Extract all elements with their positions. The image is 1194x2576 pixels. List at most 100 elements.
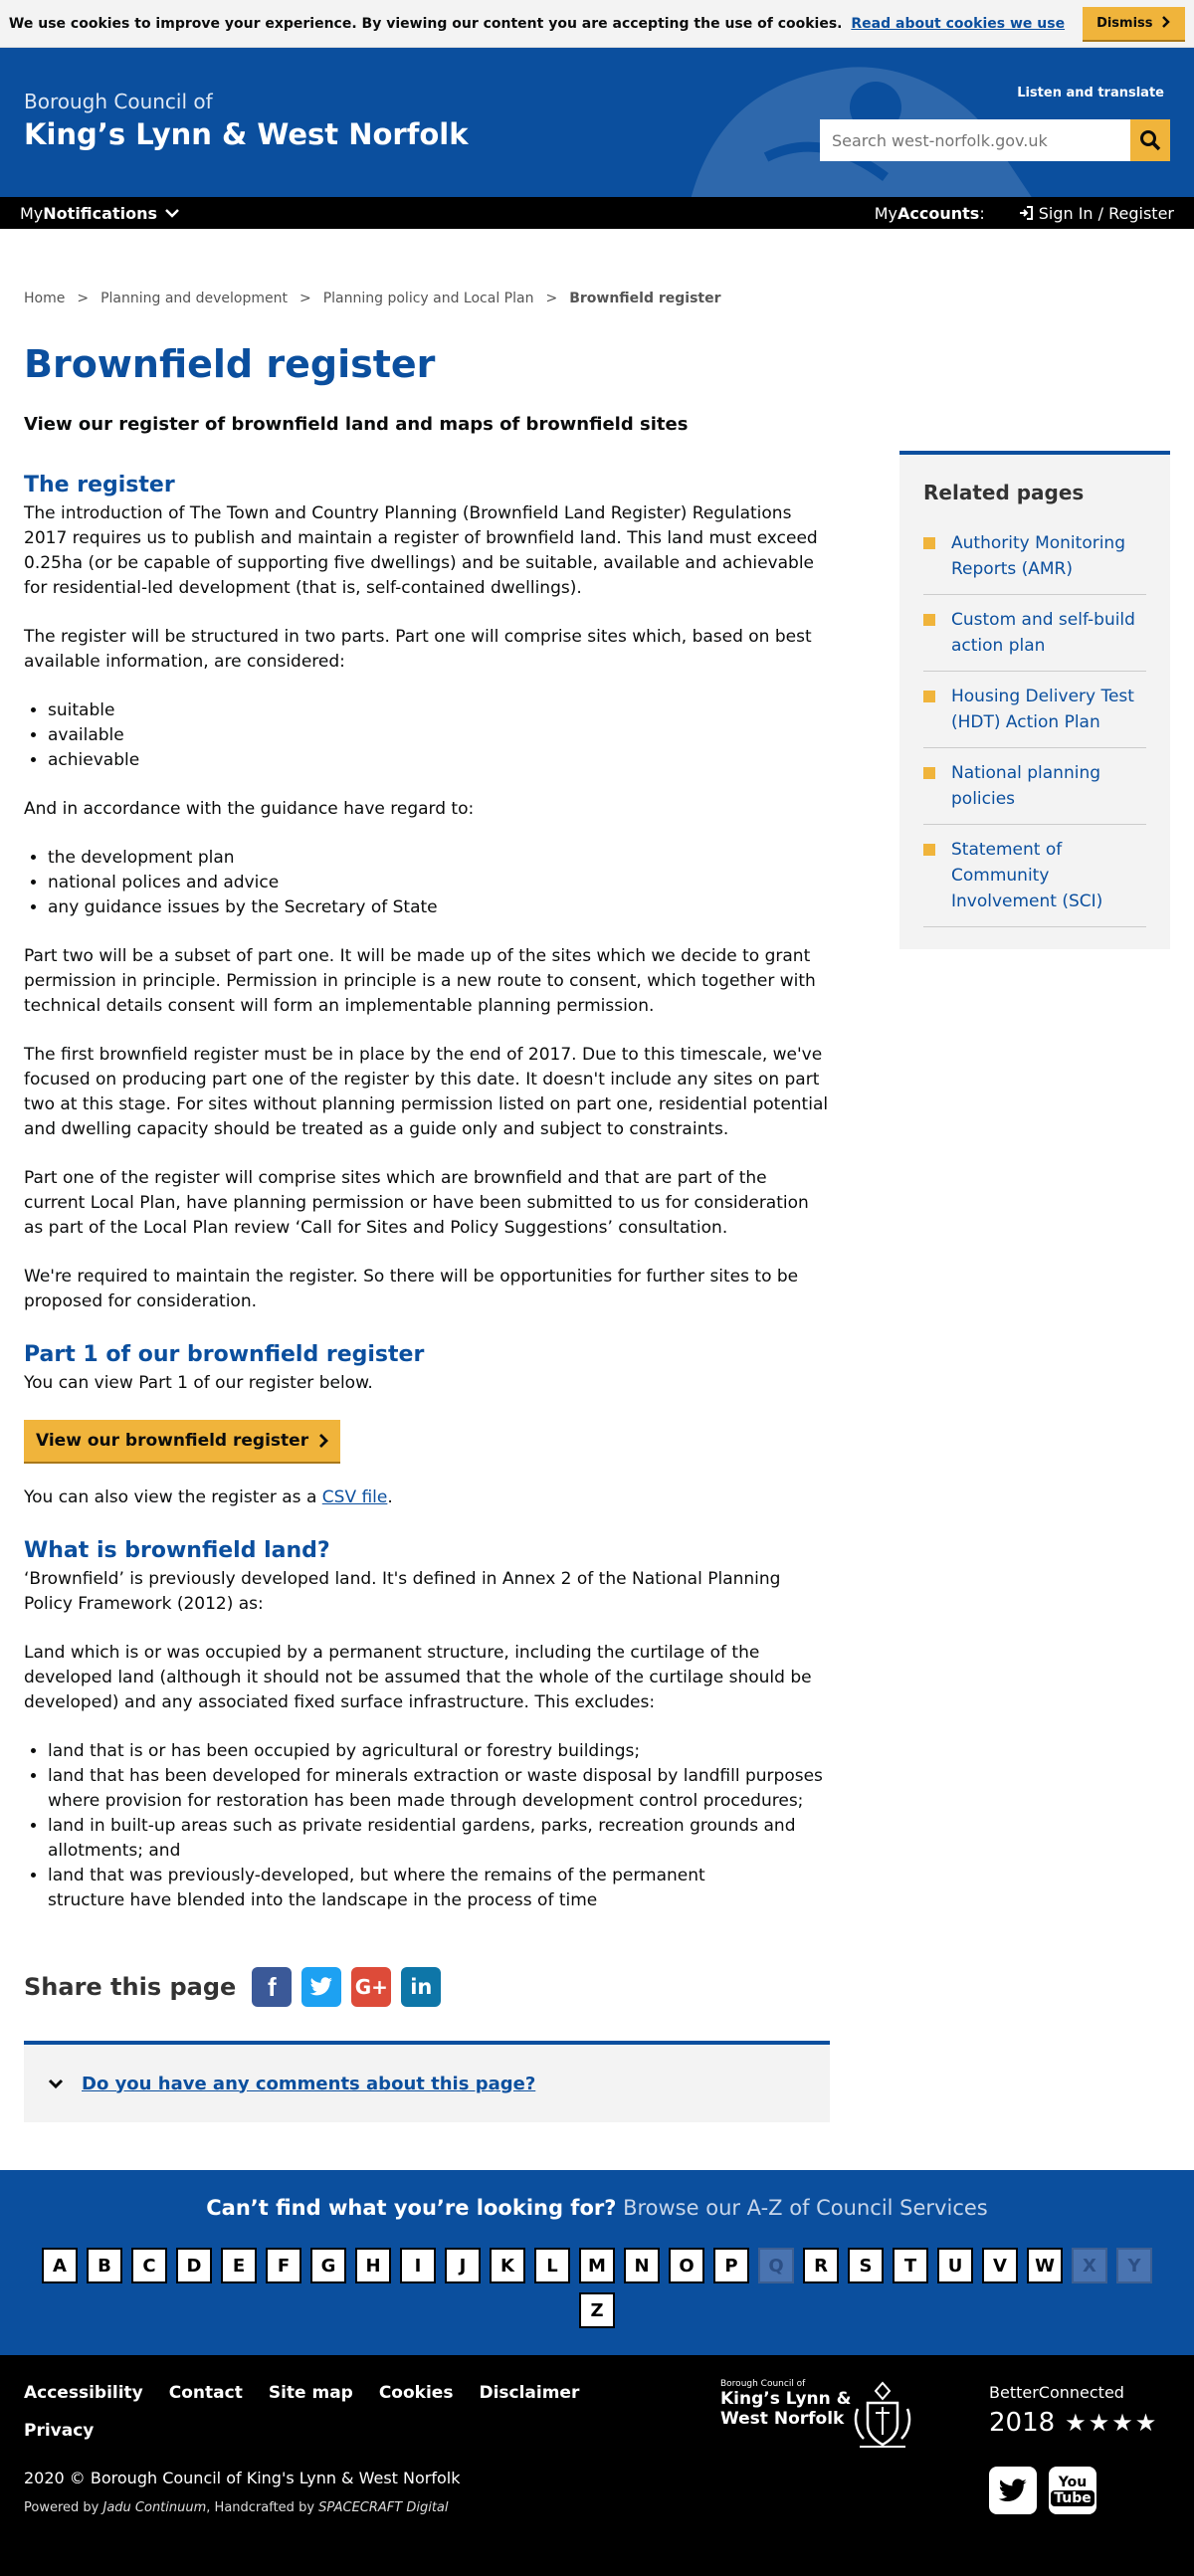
view-brownfield-register-button[interactable]: View our brownfield register	[24, 1420, 341, 1462]
footer-link-cookies[interactable]: Cookies	[379, 2383, 454, 2403]
site-search	[820, 119, 1170, 161]
twitter-share-button[interactable]	[301, 1967, 342, 2007]
brand-line-2: King’s Lynn & West Norfolk	[24, 117, 469, 151]
related-link[interactable]: Statement of Community Involvement (SCI)	[951, 837, 1146, 914]
breadcrumb-policy[interactable]: Planning policy and Local Plan	[323, 291, 534, 306]
register-paragraph: Part one of the register will comprise s…	[24, 1168, 809, 1238]
spacecraft-link[interactable]: SPACECRAFT Digital	[318, 2500, 448, 2515]
footer-link-disclaimer[interactable]: Disclaimer	[479, 2383, 579, 2403]
cookie-banner: We use cookies to improve your experienc…	[0, 0, 1194, 48]
related-pages: Related pages Authority Monitoring Repor…	[899, 451, 1170, 949]
a-z-letter-k[interactable]: K	[490, 2248, 525, 2283]
a-z-letter-i[interactable]: I	[400, 2248, 436, 2283]
list-item: achievable	[48, 748, 830, 773]
register-paragraph: The first brownfield register must be in…	[24, 1045, 829, 1139]
exclusions-list: land that is or has been occupied by agr…	[48, 1739, 830, 1913]
breadcrumb-planning[interactable]: Planning and development	[100, 291, 288, 306]
account-bar: MyNotifications MyAccounts: Sign In / Re…	[0, 197, 1194, 229]
a-z-letter-z[interactable]: Z	[579, 2292, 615, 2328]
google-plus-share-button[interactable]: G+	[351, 1967, 392, 2007]
site-footer: Accessibility Contact Site map Cookies D…	[0, 2355, 1194, 2576]
sign-in-register-link[interactable]: Sign In / Register	[1019, 204, 1174, 223]
search-button[interactable]	[1130, 119, 1170, 161]
sign-in-icon	[1019, 206, 1033, 220]
a-z-letter-y: Y	[1116, 2248, 1152, 2283]
a-z-letter-a[interactable]: A	[42, 2248, 78, 2283]
footer-link-contact[interactable]: Contact	[169, 2383, 243, 2403]
a-z-letter-u[interactable]: U	[937, 2248, 973, 2283]
register-paragraph: The register will be structured in two p…	[24, 627, 812, 672]
register-paragraph: The introduction of The Town and Country…	[24, 503, 818, 598]
related-item: Custom and self-build action plan	[923, 595, 1146, 672]
a-z-letter-s[interactable]: S	[848, 2248, 884, 2283]
a-z-letter-g[interactable]: G	[310, 2248, 346, 2283]
twitter-icon	[309, 1977, 333, 1996]
a-z-letter-b[interactable]: B	[87, 2248, 122, 2283]
criteria-list: suitable available achievable	[48, 698, 830, 773]
dismiss-cookie-button[interactable]: Dismiss	[1083, 7, 1186, 40]
brownfield-paragraph: Land which is or was occupied by a perma…	[24, 1643, 812, 1712]
a-z-letter-e[interactable]: E	[221, 2248, 257, 2283]
a-z-letter-n[interactable]: N	[624, 2248, 660, 2283]
page-lede: View our register of brownfield land and…	[24, 414, 689, 435]
copyright: 2020 © Borough Council of King's Lynn & …	[24, 2469, 461, 2487]
listen-and-translate-link[interactable]: Listen and translate	[1017, 86, 1164, 100]
related-item: Authority Monitoring Reports (AMR)	[923, 518, 1146, 595]
a-z-letter-o[interactable]: O	[669, 2248, 704, 2283]
csv-file-link[interactable]: CSV file	[322, 1487, 388, 1507]
a-z-letter-v[interactable]: V	[982, 2248, 1018, 2283]
footer-link-accessibility[interactable]: Accessibility	[24, 2383, 143, 2403]
footer-link-site-map[interactable]: Site map	[269, 2383, 353, 2403]
bullet-square-icon	[923, 537, 935, 549]
youtube-icon: You	[1058, 2475, 1088, 2490]
list-item: land that is or has been occupied by agr…	[48, 1739, 830, 1764]
comments-toggle-link[interactable]: Do you have any comments about this page…	[82, 2074, 535, 2094]
a-z-letter-l[interactable]: L	[534, 2248, 570, 2283]
footer-link-privacy[interactable]: Privacy	[24, 2421, 94, 2441]
footer-youtube-link[interactable]: You Tube	[1049, 2467, 1096, 2514]
a-z-title: Can’t find what you’re looking for? Brow…	[206, 2196, 988, 2220]
a-z-letter-p[interactable]: P	[713, 2248, 749, 2283]
related-link[interactable]: Housing Delivery Test (HDT) Action Plan	[951, 684, 1146, 735]
footer-social: You Tube	[989, 2467, 1096, 2514]
council-logo-link[interactable]: Borough Council of King’s Lynn & West No…	[24, 90, 468, 151]
list-item: the development plan	[48, 846, 830, 871]
share-bar: Share this page f G+ in	[24, 1967, 830, 2007]
linkedin-share-button[interactable]: in	[401, 1967, 442, 2007]
list-item: land in built-up areas such as private r…	[48, 1814, 830, 1864]
a-z-letter-c[interactable]: C	[131, 2248, 167, 2283]
facebook-icon: f	[267, 1971, 277, 2002]
facebook-share-button[interactable]: f	[252, 1967, 293, 2007]
chevron-down-icon	[165, 209, 179, 218]
a-z-letter-w[interactable]: W	[1027, 2248, 1063, 2283]
my-notifications-menu[interactable]: MyNotifications	[20, 204, 179, 223]
cookie-policy-link[interactable]: Read about cookies we use	[851, 16, 1065, 32]
register-paragraph: And in accordance with the guidance have…	[24, 799, 475, 819]
jadu-link[interactable]: Jadu Continuum	[102, 2500, 206, 2515]
a-z-letter-j[interactable]: J	[445, 2248, 481, 2283]
register-heading: The register	[24, 473, 175, 497]
a-z-letter-h[interactable]: H	[355, 2248, 391, 2283]
page-title: Brownfield register	[24, 342, 436, 386]
footer-twitter-link[interactable]	[989, 2467, 1037, 2514]
breadcrumb-home[interactable]: Home	[24, 291, 65, 306]
a-z-letter-f[interactable]: F	[266, 2248, 301, 2283]
related-link[interactable]: Custom and self-build action plan	[951, 607, 1146, 659]
a-z-letter-m[interactable]: M	[579, 2248, 615, 2283]
related-item: National planning policies	[923, 748, 1146, 825]
register-paragraph: Part two will be a subset of part one. I…	[24, 946, 816, 1016]
a-z-letter-t[interactable]: T	[893, 2248, 928, 2283]
csv-paragraph: You can also view the register as a CSV …	[24, 1487, 393, 1507]
bullet-square-icon	[923, 614, 935, 626]
related-link[interactable]: National planning policies	[951, 760, 1146, 812]
related-link[interactable]: Authority Monitoring Reports (AMR)	[951, 530, 1146, 582]
comments-panel: Do you have any comments about this page…	[24, 2041, 830, 2122]
a-z-letter-r[interactable]: R	[803, 2248, 839, 2283]
linkedin-icon: in	[410, 1975, 433, 1999]
a-z-letter-d[interactable]: D	[176, 2248, 212, 2283]
search-input[interactable]	[820, 119, 1130, 161]
better-connected-badge: BetterConnected 2018 ★★★★	[989, 2383, 1159, 2438]
bullet-square-icon	[923, 844, 935, 856]
breadcrumb-separator: >	[545, 291, 558, 306]
share-label: Share this page	[24, 1973, 237, 2001]
